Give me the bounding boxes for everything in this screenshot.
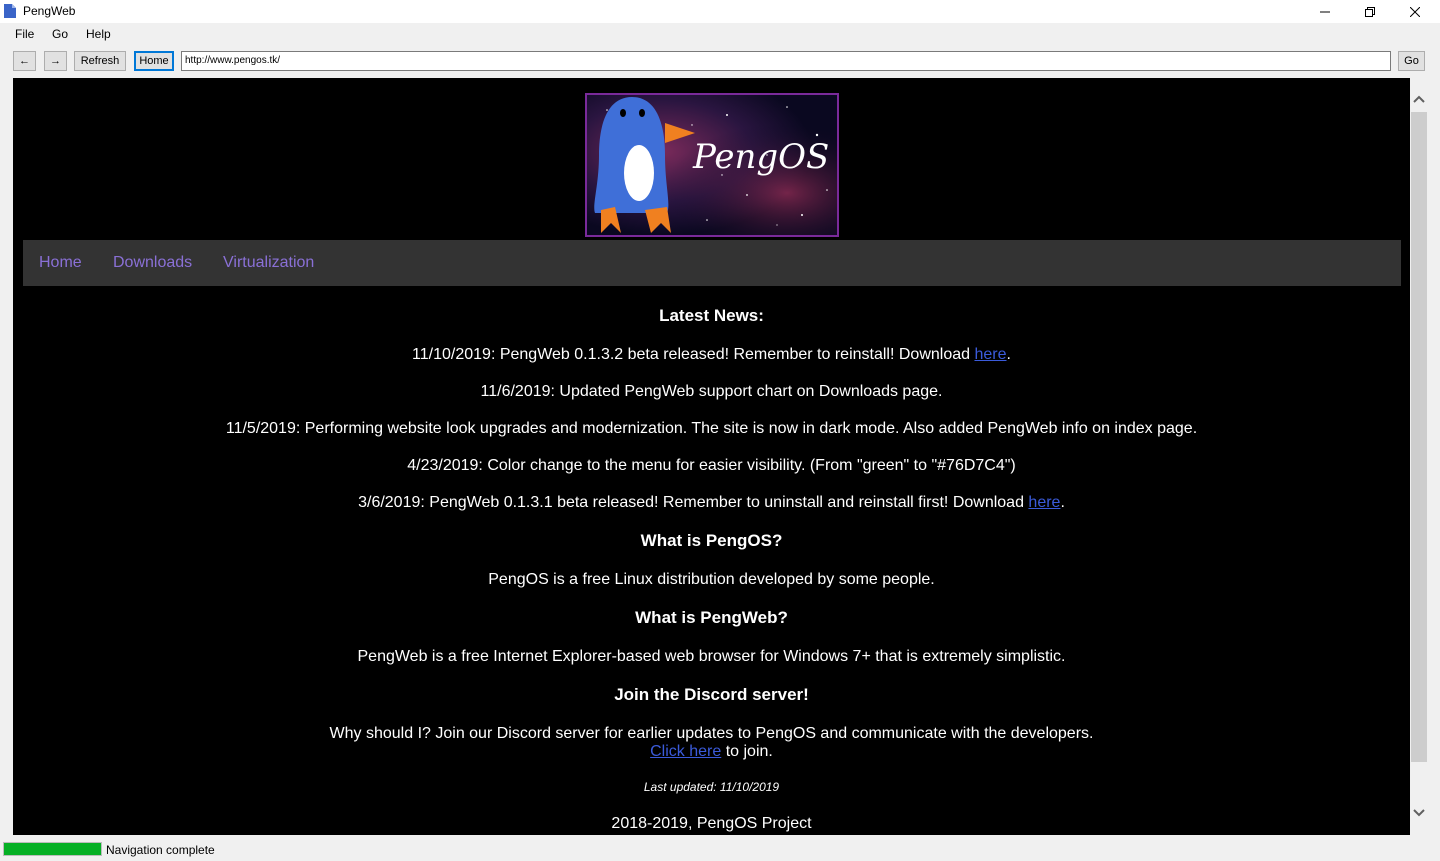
status-text: Navigation complete: [106, 843, 215, 857]
browser-window: PengWeb File Go Help ← → Refresh Home ht…: [0, 0, 1440, 861]
pengos-logo: PengOS: [585, 93, 839, 237]
pengos-heading: What is PengOS?: [640, 531, 783, 550]
menu-help[interactable]: Help: [86, 27, 111, 41]
minimize-icon: [1320, 11, 1330, 12]
close-button[interactable]: [1392, 0, 1438, 23]
chevron-up-icon: [1413, 95, 1425, 103]
discord-heading: Join the Discord server!: [614, 685, 809, 704]
scroll-down-button[interactable]: [1410, 804, 1428, 821]
window-title: PengWeb: [23, 4, 76, 18]
toolbar: ← → Refresh Home http://www.pengos.tk/ G…: [0, 45, 1440, 77]
nav-virtualization[interactable]: Virtualization: [223, 254, 314, 272]
app-icon: [4, 4, 16, 18]
go-button[interactable]: Go: [1398, 51, 1425, 71]
title-bar: PengWeb: [0, 0, 1440, 23]
menu-file[interactable]: File: [15, 27, 34, 41]
back-button[interactable]: ←: [13, 51, 36, 71]
news-item-1: 11/10/2019: PengWeb 0.1.3.2 beta release…: [412, 346, 1011, 363]
pengos-text: PengOS is a free Linux distribution deve…: [488, 571, 935, 588]
minimize-button[interactable]: [1302, 0, 1348, 23]
nav-downloads[interactable]: Downloads: [113, 254, 192, 272]
restore-icon: [1365, 6, 1375, 17]
news-item-4: 4/23/2019: Color change to the menu for …: [407, 457, 1016, 474]
news-item-5: 3/6/2019: PengWeb 0.1.3.1 beta released!…: [358, 494, 1065, 511]
menu-go[interactable]: Go: [52, 27, 68, 41]
address-bar[interactable]: http://www.pengos.tk/: [181, 51, 1391, 71]
logo-text: PengOS: [693, 137, 830, 177]
news-item-3: 11/5/2019: Performing website look upgra…: [225, 420, 1198, 437]
pengweb-text: PengWeb is a free Internet Explorer-base…: [357, 648, 1066, 665]
menu-bar: File Go Help: [0, 23, 1440, 45]
scroll-thumb[interactable]: [1411, 112, 1427, 762]
home-button[interactable]: Home: [134, 51, 174, 71]
progress-fill: [4, 843, 101, 855]
discord-join: Click here to join.: [650, 743, 773, 760]
pengweb-heading: What is PengWeb?: [635, 608, 788, 627]
last-updated: Last updated: 11/10/2019: [643, 780, 780, 794]
close-icon: [1410, 6, 1420, 17]
status-bar: Navigation complete: [0, 838, 1440, 861]
web-viewport: PengOS Home Downloads Virtualization Lat…: [13, 78, 1410, 835]
forward-button[interactable]: →: [44, 51, 67, 71]
scroll-up-button[interactable]: [1410, 90, 1428, 107]
restore-button[interactable]: [1347, 0, 1393, 23]
progress-bar: [3, 842, 102, 856]
vertical-scrollbar[interactable]: [1410, 88, 1428, 826]
copyright: 2018-2019, PengOS Project: [611, 815, 812, 832]
refresh-button[interactable]: Refresh: [74, 51, 126, 71]
download-link-2[interactable]: here: [1028, 494, 1060, 511]
nav-home[interactable]: Home: [39, 254, 82, 272]
site-nav: Home Downloads Virtualization: [23, 240, 1401, 286]
download-link-1[interactable]: here: [974, 346, 1006, 363]
discord-text: Why should I? Join our Discord server fo…: [329, 725, 1094, 742]
discord-link[interactable]: Click here: [650, 743, 721, 760]
news-item-2: 11/6/2019: Updated PengWeb support chart…: [480, 383, 943, 400]
news-heading: Latest News:: [659, 306, 764, 325]
chevron-down-icon: [1413, 808, 1425, 816]
